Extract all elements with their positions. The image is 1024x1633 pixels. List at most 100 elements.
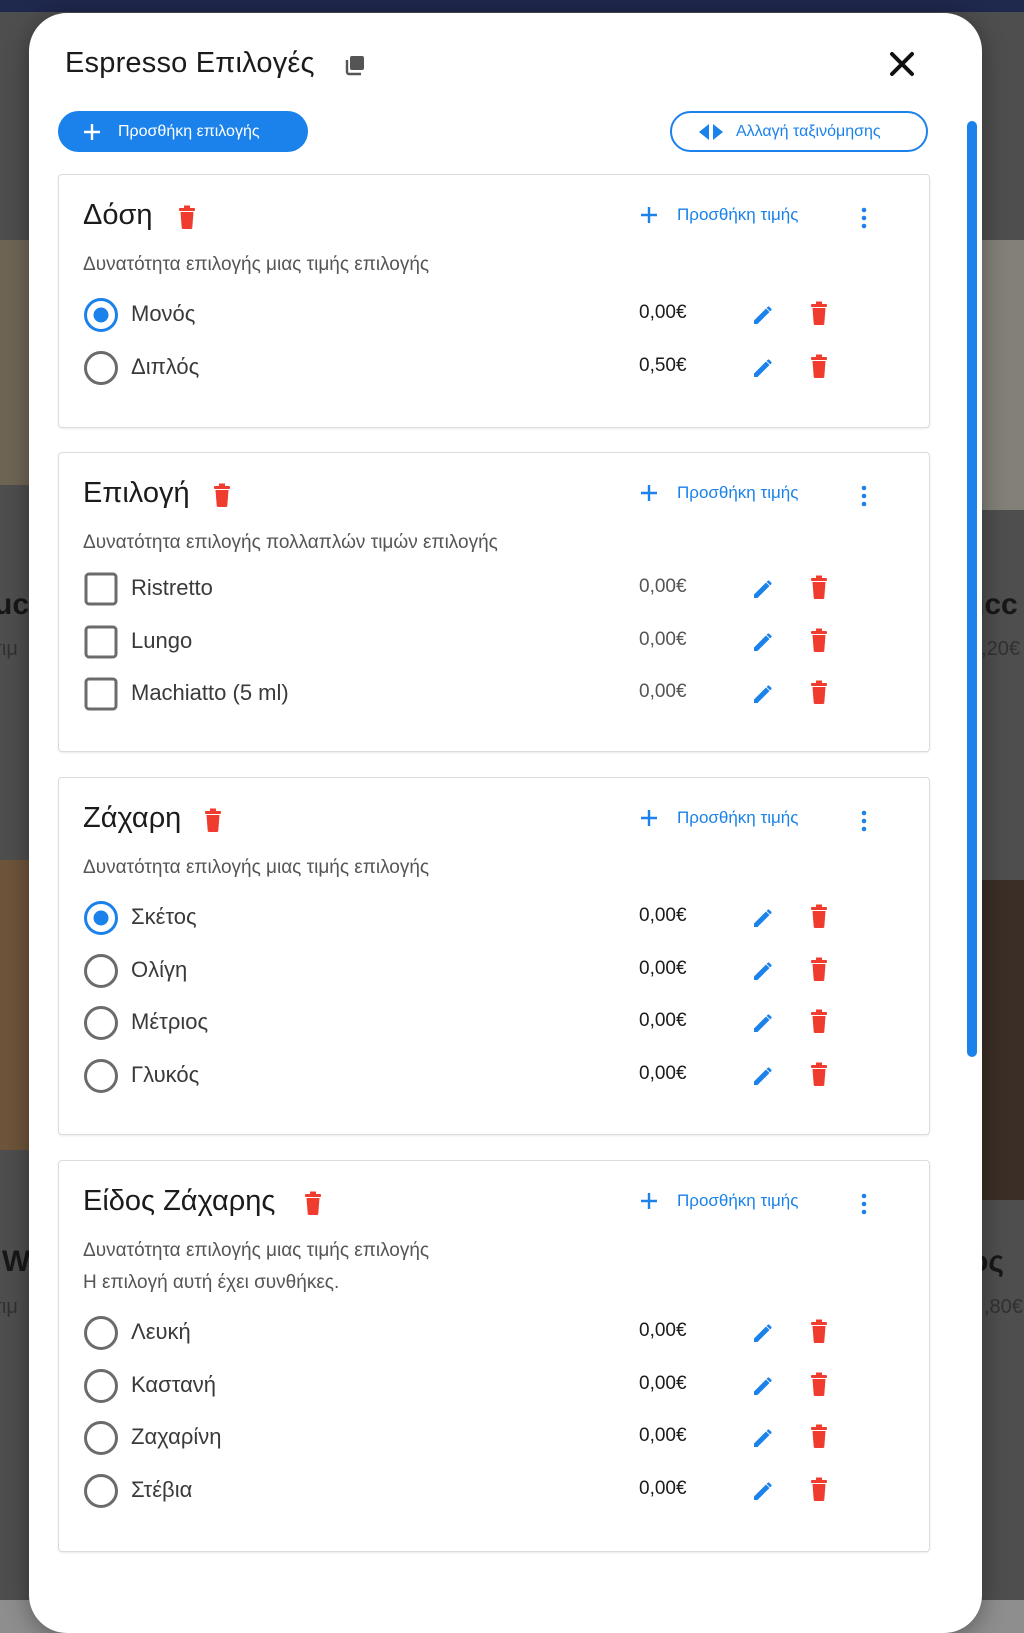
description-text: Δυνατότητα επιλογής μιας τιμής επιλογής [83,857,430,878]
edit-pencil-icon[interactable] [751,957,777,983]
radio-button[interactable] [83,1315,119,1351]
trash-icon[interactable] [809,1424,829,1448]
option-value-row: Γλυκός 0,00€ [83,1054,913,1098]
scrollbar-thumb[interactable] [967,121,977,1057]
trash-icon[interactable] [809,354,829,378]
option-group-description: Δυνατότητα επιλογής πολλαπλών τιμών επιλ… [83,527,498,559]
add-option-button[interactable]: Προσθήκη επιλογής [58,111,308,152]
trash-icon[interactable] [809,301,829,325]
option-value-price: 0,00€ [639,1010,687,1031]
trash-icon[interactable] [809,1477,829,1501]
trash-icon[interactable] [809,680,829,704]
change-sort-label: Αλλαγή ταξινόμησης [736,122,881,140]
edit-pencil-icon[interactable] [751,1477,777,1503]
option-group-title: Δόση [83,199,153,231]
edit-pencil-icon[interactable] [751,904,777,930]
option-value-label: Σκέτος [131,904,197,929]
option-value-label: Γλυκός [131,1061,200,1087]
plus-icon [641,207,657,223]
add-value-button[interactable]: Προσθήκη τιμής [639,205,798,225]
option-value-label: Λευκή [131,1319,191,1344]
option-value-row: Στέβια 0,00€ [83,1469,913,1513]
option-value-price: 0,50€ [639,354,687,376]
trash-icon[interactable] [303,1191,323,1215]
plus-icon [641,810,657,826]
option-group-card: Ζάχαρη Προσθήκη τιμής Δυνατότητα επιλογής … [58,777,930,1135]
more-options-icon[interactable] [859,1193,869,1215]
trash-icon[interactable] [809,904,829,928]
option-value-row: Μέτριος 0,00€ [83,1001,913,1045]
more-options-icon[interactable] [859,485,869,507]
trash-icon[interactable] [809,628,829,652]
copy-icon[interactable] [343,53,367,77]
edit-pencil-icon[interactable] [751,1009,777,1035]
option-value-price: 0,00€ [639,681,687,702]
radio-button[interactable] [83,953,119,989]
add-value-label: Προσθήκη τιμής [677,808,799,827]
radio-button[interactable] [83,1473,119,1509]
edit-pencil-icon[interactable] [751,628,777,654]
option-value-row: Ζαχαρίνη 0,00€ [83,1416,913,1460]
option-value-price: 0,00€ [639,1477,687,1499]
add-value-button[interactable]: Προσθήκη τιμής [639,808,798,828]
trash-icon[interactable] [809,575,829,599]
description-text: Δυνατότητα επιλογής πολλαπλών τιμών επιλ… [83,532,498,553]
edit-pencil-icon[interactable] [751,301,777,327]
trash-icon[interactable] [809,1372,829,1396]
checkbox[interactable] [83,624,119,660]
radio-button[interactable] [83,900,119,936]
checkbox[interactable] [83,571,119,607]
edit-pencil-icon[interactable] [751,1062,777,1088]
more-options-icon[interactable] [859,810,869,832]
trash-icon[interactable] [212,483,232,507]
add-value-button[interactable]: Προσθήκη τιμής [639,483,798,503]
option-value-label: Machiatto (5 ml) [131,680,289,705]
option-value-label: Lungo [131,627,193,653]
radio-button[interactable] [83,297,119,333]
option-value-label: Ζαχαρίνη [131,1424,222,1449]
more-options-icon[interactable] [859,207,869,229]
edit-pencil-icon[interactable] [751,1424,777,1450]
trash-icon[interactable] [809,1319,829,1343]
description-text: Δυνατότητα επιλογής μιας τιμής επιλογής [83,1240,430,1261]
edit-pencil-icon[interactable] [751,680,777,706]
radio-button[interactable] [83,350,119,386]
option-group-card: Επιλογή Προσθήκη τιμής Δυνατότητα επιλογής… [58,452,930,752]
option-value-price: 0,00€ [639,957,687,979]
option-value-row: Λευκή 0,00€ [83,1311,913,1355]
option-value-price: 0,00€ [639,1320,687,1341]
edit-pencil-icon[interactable] [751,1372,777,1398]
trash-icon[interactable] [809,957,829,981]
option-group-description: Δυνατότητα επιλογής μιας τιμής επιλογής [83,249,429,281]
option-value-label: Ristretto [131,575,213,600]
option-value-price: 0,00€ [639,576,687,597]
trash-icon[interactable] [177,205,197,229]
trash-icon[interactable] [809,1009,829,1033]
radio-button[interactable] [83,1368,119,1404]
close-icon[interactable] [885,47,919,81]
option-value-label: Στέβια [131,1476,193,1502]
modal-title: Espresso Επιλογές [65,47,315,79]
add-value-label: Προσθήκη τιμής [677,483,799,502]
edit-pencil-icon[interactable] [751,575,777,601]
option-value-label: Καστανή [131,1371,217,1397]
option-group-description: Δυνατότητα επιλογής μιας τιμής επιλογής Η… [83,1235,429,1299]
option-value-price: 0,00€ [639,905,687,926]
radio-button[interactable] [83,1058,119,1094]
radio-button[interactable] [83,1005,119,1041]
sort-arrows-icon [699,123,723,140]
radio-button[interactable] [83,1420,119,1456]
edit-pencil-icon[interactable] [751,354,777,380]
trash-icon[interactable] [203,808,223,832]
option-value-row: Machiatto (5 ml) 0,00€ [83,672,913,716]
option-value-row: Διπλός 0,50€ [83,346,913,390]
edit-pencil-icon[interactable] [751,1319,777,1345]
add-value-button[interactable]: Προσθήκη τιμής [639,1191,798,1211]
option-group-title: Είδος Ζάχαρης [83,1185,276,1217]
option-value-row: Lungo 0,00€ [83,620,913,664]
checkbox[interactable] [83,676,119,712]
option-value-label: Μέτριος [131,1009,209,1034]
trash-icon[interactable] [809,1062,829,1086]
option-value-row: Καστανή 0,00€ [83,1364,913,1408]
change-sort-button[interactable]: Αλλαγή ταξινόμησης [670,111,928,152]
